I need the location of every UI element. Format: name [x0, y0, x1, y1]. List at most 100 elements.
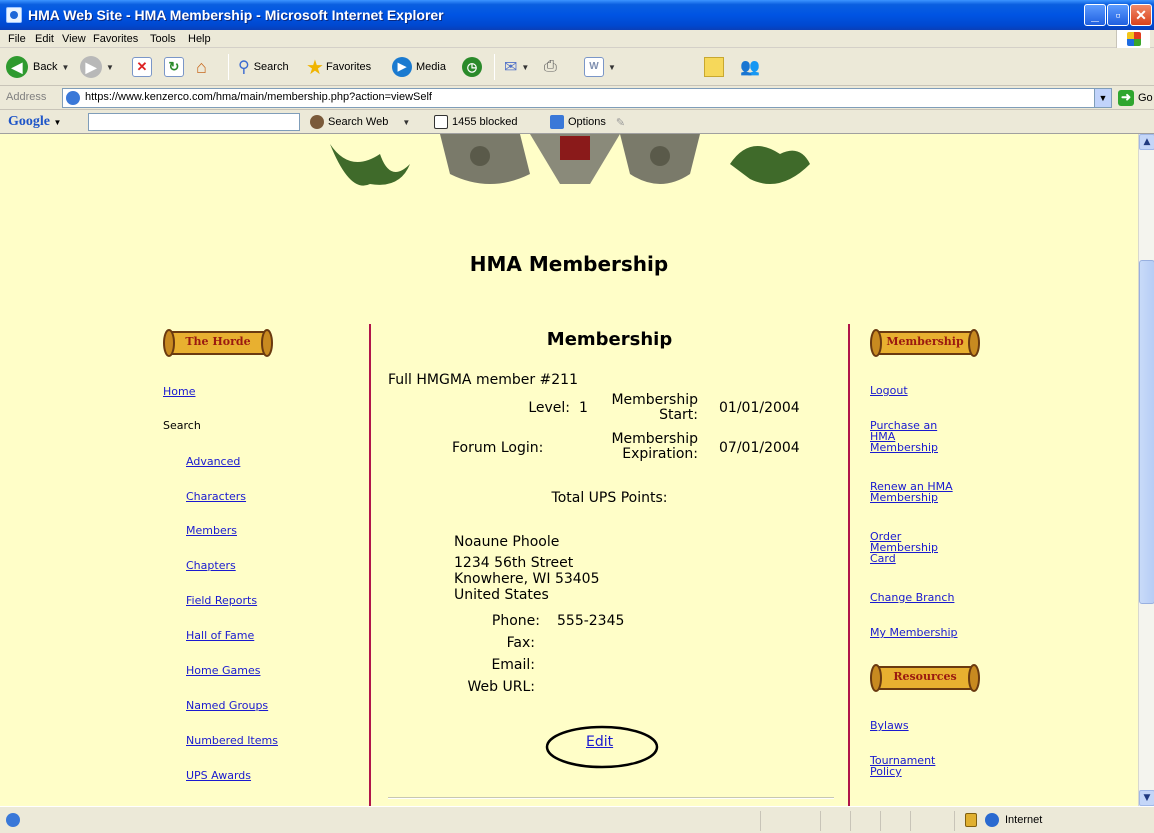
- menu-edit[interactable]: Edit: [35, 33, 54, 45]
- nav-renew-line-2[interactable]: Membership: [870, 492, 953, 503]
- forum-login-label: Forum Login:: [452, 440, 544, 456]
- lock-icon: [965, 813, 977, 827]
- stop-button[interactable]: ✕: [132, 56, 152, 78]
- nav-field-reports[interactable]: Field Reports: [186, 594, 257, 607]
- banner-crest-graphic: [330, 134, 810, 186]
- menu-tools[interactable]: Tools: [150, 33, 176, 45]
- media-icon: ▶: [392, 57, 412, 77]
- forward-arrow-icon: ▶: [80, 56, 102, 78]
- menu-file[interactable]: File: [8, 33, 26, 45]
- options-label: Options: [568, 116, 606, 128]
- search-web-button[interactable]: Search Web ▼: [310, 115, 410, 129]
- nav-ups-awards[interactable]: UPS Awards: [186, 769, 251, 782]
- nav-tournament-line-2[interactable]: Policy: [870, 766, 935, 777]
- globe-icon: [985, 813, 999, 827]
- nav-tournament-policy[interactable]: Tournament Policy: [870, 755, 935, 777]
- print-button[interactable]: ⎙: [544, 56, 557, 78]
- home-icon: ⌂: [196, 56, 207, 77]
- history-button[interactable]: ◷: [462, 56, 482, 78]
- go-button[interactable]: ➜ Go: [1118, 90, 1153, 106]
- search-button[interactable]: ⚲ Search: [238, 56, 289, 78]
- back-button[interactable]: ◀ Back ▼: [6, 56, 69, 78]
- status-bar: Internet: [0, 806, 1154, 833]
- word-icon: W: [584, 57, 604, 77]
- membership-expiration-value: 07/01/2004: [719, 440, 800, 456]
- nav-order-card[interactable]: Order Membership Card: [870, 531, 938, 564]
- nav-advanced[interactable]: Advanced: [186, 455, 240, 468]
- scrollbar-thumb[interactable]: [1139, 260, 1154, 604]
- menu-favorites[interactable]: Favorites: [93, 33, 138, 45]
- address-city: Knowhere, WI 53405: [454, 571, 600, 587]
- address-dropdown-icon[interactable]: ▼: [1094, 89, 1111, 107]
- mail-icon: ✉: [504, 59, 518, 76]
- home-button[interactable]: ⌂: [196, 56, 207, 78]
- close-button[interactable]: ✕: [1130, 4, 1152, 26]
- vertical-scrollbar[interactable]: ▲ ▼: [1138, 134, 1154, 806]
- nav-bylaws[interactable]: Bylaws: [870, 720, 909, 731]
- menu-view[interactable]: View: [62, 33, 86, 45]
- maximize-button[interactable]: ▫: [1107, 4, 1129, 26]
- phone-label: Phone:: [491, 613, 540, 629]
- membership-title: Membership: [546, 329, 673, 350]
- nav-order-line-3[interactable]: Card: [870, 553, 938, 564]
- nav-hall-of-fame[interactable]: Hall of Fame: [186, 629, 254, 642]
- address-url: https://www.kenzerco.com/hma/main/member…: [85, 91, 432, 103]
- google-logo[interactable]: Google ▼: [8, 114, 61, 130]
- nav-members[interactable]: Members: [186, 524, 237, 537]
- edit-word-button[interactable]: W ▼: [584, 56, 616, 78]
- nav-logout[interactable]: Logout: [870, 385, 908, 396]
- nav-characters[interactable]: Characters: [186, 490, 246, 503]
- security-zone-label: Internet: [1005, 814, 1043, 826]
- media-button[interactable]: ▶ Media: [392, 56, 446, 78]
- forward-button[interactable]: ▶ ▼: [80, 56, 114, 78]
- nav-purchase-membership[interactable]: Purchase an HMA Membership: [870, 420, 938, 453]
- minimize-button[interactable]: _: [1084, 4, 1106, 26]
- windows-logo-icon: [1116, 30, 1150, 48]
- scroll-down-button[interactable]: ▼: [1139, 790, 1154, 806]
- favorites-button[interactable]: ★ Favorites: [306, 56, 372, 79]
- scroll-up-button[interactable]: ▲: [1139, 134, 1154, 150]
- window-title: HMA Web Site - HMA Membership - Microsof…: [28, 7, 444, 23]
- nav-my-membership[interactable]: My Membership: [870, 627, 957, 638]
- note-icon: [704, 57, 724, 77]
- edit-link[interactable]: Edit: [586, 734, 613, 750]
- standard-toolbar: ◀ Back ▼ ▶ ▼ ✕ ↻ ⌂ ⚲ Search ★ Favorites …: [0, 48, 1154, 86]
- nav-home-games[interactable]: Home Games: [186, 664, 260, 677]
- popup-blocked-button[interactable]: 1455 blocked: [434, 115, 517, 129]
- nav-search-label: Search: [163, 419, 201, 432]
- address-input[interactable]: https://www.kenzerco.com/hma/main/member…: [62, 88, 1112, 108]
- back-label: Back: [33, 61, 58, 73]
- page-heading: HMA Membership: [469, 252, 669, 276]
- options-button[interactable]: Options ✎: [550, 115, 625, 129]
- nav-change-branch[interactable]: Change Branch: [870, 592, 954, 603]
- fax-label: Fax:: [506, 635, 535, 651]
- membership-start-value: 01/01/2004: [719, 400, 800, 416]
- search-web-label: Search Web: [328, 116, 389, 128]
- favorites-label: Favorites: [325, 61, 372, 73]
- mail-button[interactable]: ✉ ▼: [504, 56, 529, 78]
- notes-button[interactable]: [704, 56, 724, 78]
- popup-blocker-icon: [434, 115, 448, 129]
- chevron-down-icon: ▼: [106, 62, 114, 72]
- refresh-button[interactable]: ↻: [164, 56, 184, 78]
- chevron-down-icon: ▼: [521, 62, 530, 72]
- nav-renew-membership[interactable]: Renew an HMA Membership: [870, 481, 953, 503]
- stop-icon: ✕: [132, 57, 152, 77]
- google-toolbar: Google ▼ Search Web ▼ 1455 blocked Optio…: [0, 110, 1154, 134]
- binoculars-icon: [310, 115, 324, 129]
- ups-points-label: Total UPS Points:: [551, 490, 668, 506]
- google-search-input[interactable]: [88, 113, 300, 131]
- nav-chapters[interactable]: Chapters: [186, 559, 236, 572]
- nav-purchase-line-3[interactable]: Membership: [870, 442, 938, 453]
- google-logo-text: Google: [8, 114, 50, 129]
- messenger-button[interactable]: 👥: [740, 56, 760, 78]
- messenger-icon: 👥: [740, 59, 760, 76]
- nav-home[interactable]: Home: [163, 385, 195, 398]
- menu-help[interactable]: Help: [188, 33, 211, 45]
- pencil-icon: ✎: [615, 116, 626, 129]
- nav-named-groups[interactable]: Named Groups: [186, 699, 268, 712]
- membership-start-label: Membership Start:: [611, 392, 698, 423]
- nav-numbered-items[interactable]: Numbered Items: [186, 734, 278, 747]
- page-icon: [66, 91, 80, 105]
- right-divider: [848, 324, 850, 806]
